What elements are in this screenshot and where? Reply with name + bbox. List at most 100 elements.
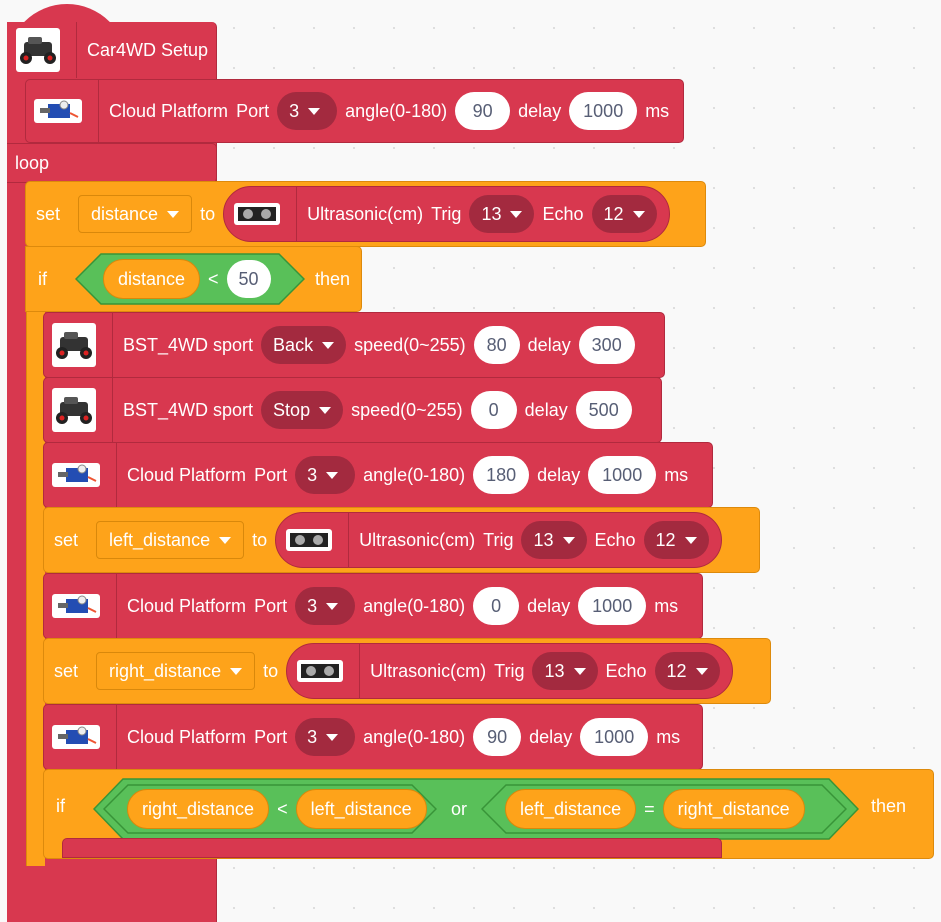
ultrasonic-sensor-icon	[234, 203, 281, 225]
stop-delay-input[interactable]: 500	[575, 391, 632, 429]
back-title: BST_4WD sport	[123, 334, 254, 355]
cloud1-port-label: Port	[236, 100, 270, 121]
set3-echo-dropdown[interactable]: 12	[654, 652, 720, 690]
cloud1-delay-input[interactable]: 1000	[569, 92, 638, 130]
cloud3-delay-input[interactable]: 1000	[578, 587, 647, 625]
set2-echo-label: Echo	[594, 529, 636, 550]
cloud2-angle-input[interactable]: 180	[473, 456, 530, 494]
set3-trig-label: Trig	[494, 660, 525, 681]
dropdown-caret-icon	[326, 602, 339, 610]
set3-trig-dropdown[interactable]: 13	[532, 652, 598, 690]
stop-speed-label: speed(0~255)	[351, 399, 463, 420]
cloud4-port-dropdown[interactable]: 3	[295, 718, 356, 756]
if2-left-distance-var-2[interactable]: left_distance	[505, 789, 637, 829]
back-delay-label: delay	[527, 334, 571, 355]
set-right-distance-block[interactable]: set right_distance to Ultrasonic(cm) Tri…	[43, 638, 771, 704]
if1-variable[interactable]: distance	[103, 259, 201, 299]
set1-trig-value: 13	[481, 203, 502, 224]
cloud4-delay-input[interactable]: 1000	[580, 718, 649, 756]
stop-speed-input[interactable]: 0	[470, 391, 517, 429]
back-direction-dropdown[interactable]: Back	[261, 326, 347, 364]
if-distance-block[interactable]: if distance < 50 then	[25, 246, 362, 312]
if1-condition[interactable]: distance < 50	[75, 253, 305, 305]
back-speed-label: speed(0~255)	[354, 334, 466, 355]
if2-less-condition[interactable]: right_distance < left_distance	[103, 784, 437, 834]
cloud4-delay-label: delay	[529, 726, 573, 747]
cloud3-unit: ms	[654, 595, 679, 616]
set2-sensor-icon-cell	[286, 513, 350, 567]
ultrasonic-sensor-icon	[286, 529, 333, 551]
ultrasonic-sensor-icon	[297, 660, 344, 682]
setup-hat-block[interactable]: Car4WD Setup	[7, 22, 212, 78]
set1-sensor-label: Ultrasonic(cm)	[307, 203, 424, 224]
cloud1-angle-label: angle(0-180)	[345, 100, 448, 121]
stop-direction-dropdown[interactable]: Stop	[261, 391, 344, 429]
dropdown-caret-icon	[219, 536, 232, 544]
if2-equal-condition[interactable]: left_distance = right_distance	[481, 784, 848, 834]
cloud3-angle-input[interactable]: 0	[473, 587, 520, 625]
cloud2-delay-input[interactable]: 1000	[588, 456, 657, 494]
setup-icon-cell	[16, 22, 77, 78]
cloud2-port-label: Port	[254, 464, 288, 485]
set3-set-label: set	[54, 660, 79, 681]
set1-variable-dropdown[interactable]: distance	[78, 195, 193, 233]
cloud-platform-block-4[interactable]: Cloud Platform Port 3 angle(0-180) 90 de…	[43, 704, 703, 770]
cloud1-delay-label: delay	[518, 100, 562, 121]
cloud3-icon-cell	[52, 574, 117, 638]
set3-variable-dropdown[interactable]: right_distance	[96, 652, 256, 690]
cloud-platform-block-1[interactable]: Cloud Platform Port 3 angle(0-180) 90 de…	[25, 79, 684, 143]
if2-if-label: if	[56, 796, 65, 816]
set3-sensor-label: Ultrasonic(cm)	[370, 660, 487, 681]
set1-trig-dropdown[interactable]: 13	[469, 195, 535, 233]
servo-icon	[52, 725, 100, 749]
if2-right-distance-var[interactable]: right_distance	[127, 789, 270, 829]
set2-variable-dropdown[interactable]: left_distance	[96, 521, 245, 559]
if2-right-distance-var-2[interactable]: right_distance	[662, 789, 805, 829]
set2-trig-value: 13	[533, 529, 554, 550]
if2-equal-operator: =	[644, 798, 655, 819]
cloud4-angle-input[interactable]: 90	[473, 718, 522, 756]
cloud1-port-value: 3	[289, 100, 300, 121]
cloud2-unit: ms	[664, 464, 689, 485]
dropdown-caret-icon	[326, 733, 339, 741]
set2-echo-dropdown[interactable]: 12	[643, 521, 709, 559]
cloud1-angle-input[interactable]: 90	[455, 92, 511, 130]
setup-label: Car4WD Setup	[87, 39, 209, 60]
set2-ultrasonic-reporter[interactable]: Ultrasonic(cm) Trig 13 Echo 12	[275, 512, 722, 568]
servo-icon	[52, 594, 100, 618]
if1-if-label: if	[38, 268, 47, 289]
cloud1-port-dropdown[interactable]: 3	[277, 92, 338, 130]
cloud3-port-dropdown[interactable]: 3	[295, 587, 356, 625]
cloud3-port-label: Port	[254, 595, 288, 616]
set2-trig-dropdown[interactable]: 13	[521, 521, 587, 559]
cloud2-port-value: 3	[307, 464, 318, 485]
set3-ultrasonic-reporter[interactable]: Ultrasonic(cm) Trig 13 Echo 12	[286, 643, 733, 699]
cloud4-unit: ms	[656, 726, 681, 747]
sport-back-block[interactable]: BST_4WD sport Back speed(0~255) 80 delay…	[43, 312, 665, 378]
if2-left-distance-var[interactable]: left_distance	[295, 789, 427, 829]
cloud2-angle-label: angle(0-180)	[363, 464, 466, 485]
if2-or-condition[interactable]: right_distance < left_distance or left_d…	[93, 778, 859, 840]
set2-set-label: set	[54, 529, 79, 550]
cloud4-title: Cloud Platform	[127, 726, 247, 747]
set-distance-block[interactable]: set distance to Ultrasonic(cm) Trig 13 E…	[25, 181, 706, 247]
cloud2-port-dropdown[interactable]: 3	[295, 456, 356, 494]
cloud4-icon-cell	[52, 705, 117, 769]
cloud-platform-block-3[interactable]: Cloud Platform Port 3 angle(0-180) 0 del…	[43, 573, 703, 639]
back-direction-value: Back	[273, 334, 314, 355]
set1-echo-dropdown[interactable]: 12	[591, 195, 657, 233]
stop-delay-label: delay	[524, 399, 568, 420]
dropdown-caret-icon	[326, 471, 339, 479]
dropdown-caret-icon	[167, 210, 180, 218]
cloud-platform-block-2[interactable]: Cloud Platform Port 3 angle(0-180) 180 d…	[43, 442, 713, 508]
set1-ultrasonic-reporter[interactable]: Ultrasonic(cm) Trig 13 Echo 12	[223, 186, 670, 242]
set-left-distance-block[interactable]: set left_distance to Ultrasonic(cm) Trig…	[43, 507, 760, 573]
if1-value-input[interactable]: 50	[226, 260, 271, 298]
stop-title: BST_4WD sport	[123, 399, 254, 420]
cloud2-delay-label: delay	[537, 464, 581, 485]
back-delay-input[interactable]: 300	[578, 326, 635, 364]
dropdown-caret-icon	[684, 536, 697, 544]
sport-stop-block[interactable]: BST_4WD sport Stop speed(0~255) 0 delay …	[43, 377, 662, 443]
back-speed-input[interactable]: 80	[473, 326, 520, 364]
set3-echo-value: 12	[666, 660, 687, 681]
